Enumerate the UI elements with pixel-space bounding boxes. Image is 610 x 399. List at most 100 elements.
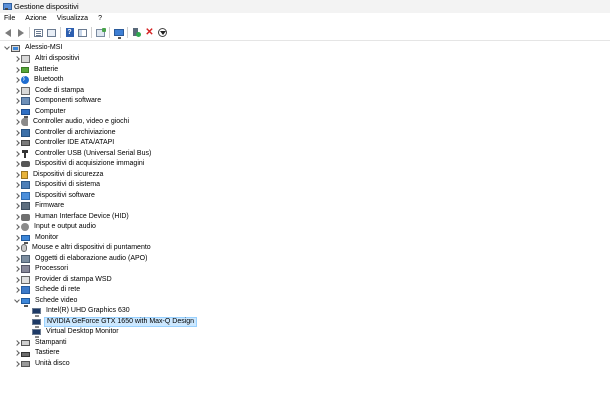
chevron-right-icon[interactable]: [13, 180, 21, 190]
tree-item-stampanti[interactable]: Stampanti: [13, 338, 69, 348]
security-device-icon: [21, 171, 28, 179]
tree-item-input-output-audio[interactable]: Input e output audio: [13, 222, 98, 232]
menu-visualizza[interactable]: Visualizza: [52, 13, 93, 25]
printer-icon: [21, 340, 30, 346]
keyboard-icon: [21, 351, 30, 357]
back-arrow-icon[interactable]: [2, 27, 13, 38]
chevron-right-icon[interactable]: [13, 212, 21, 222]
tree-item-dispositivi-sicurezza[interactable]: Dispositivi di sicurezza: [13, 170, 105, 180]
menu-file[interactable]: File: [0, 13, 20, 25]
tree-item-tastiere[interactable]: Tastiere: [13, 348, 62, 358]
tree-item-label: Firmware: [35, 202, 65, 209]
chevron-right-icon[interactable]: [13, 348, 21, 358]
chevron-right-icon[interactable]: [13, 243, 21, 253]
chevron-right-icon[interactable]: [13, 222, 21, 232]
tree-item-label: Controller di archiviazione: [35, 129, 116, 136]
chevron-down-icon[interactable]: [13, 296, 21, 306]
chevron-right-icon[interactable]: [13, 170, 21, 180]
audio-processing-icon: [21, 255, 30, 263]
tree-item-label: Intel(R) UHD Graphics 630: [46, 307, 130, 314]
help-icon[interactable]: ?: [64, 27, 75, 38]
chevron-right-icon[interactable]: [13, 86, 21, 96]
chevron-right-icon[interactable]: [13, 201, 21, 211]
chevron-right-icon[interactable]: [13, 96, 21, 106]
tree-item-provider-wsd[interactable]: Provider di stampa WSD: [13, 275, 114, 285]
unknown-device-icon: [21, 55, 30, 63]
chevron-right-icon[interactable]: [13, 264, 21, 274]
tree-item-hid[interactable]: Human Interface Device (HID): [13, 212, 131, 222]
chevron-right-icon[interactable]: [13, 285, 21, 295]
tree-item-label: Controller audio, video e giochi: [33, 118, 130, 125]
monitor-icon[interactable]: [113, 27, 124, 39]
chevron-down-icon[interactable]: [3, 43, 11, 53]
chevron-right-icon[interactable]: [13, 54, 21, 64]
chevron-right-icon[interactable]: [13, 117, 21, 127]
chevron-right-icon[interactable]: [13, 275, 21, 285]
forward-arrow-icon[interactable]: [15, 27, 26, 38]
tree-item-dispositivi-software[interactable]: Dispositivi software: [13, 191, 97, 201]
disk-drive-icon: [21, 361, 30, 367]
chevron-right-icon[interactable]: [13, 107, 21, 117]
tree-root[interactable]: Alessio-MSI: [3, 43, 64, 53]
tree-child-virtual-desktop-monitor[interactable]: Virtual Desktop Monitor: [32, 327, 121, 338]
tree-item-acquisizione-immagini[interactable]: Dispositivi di acquisizione immagini: [13, 159, 146, 169]
tree-item-label: Schede di rete: [35, 286, 81, 293]
tree-item-componenti-software[interactable]: Componenti software: [13, 96, 103, 106]
tree-item-schede-video[interactable]: Schede video: [13, 296, 79, 307]
tree-item-label: Dispositivi di sistema: [35, 181, 100, 188]
disable-device-icon[interactable]: [157, 27, 168, 38]
chevron-right-icon[interactable]: [13, 191, 21, 201]
chevron-right-icon[interactable]: [13, 75, 21, 85]
display-adapter-icon: [32, 307, 41, 317]
tree-item-monitor[interactable]: Monitor: [13, 233, 60, 244]
uninstall-icon[interactable]: ✕: [144, 27, 155, 38]
tree-child-intel-uhd[interactable]: Intel(R) UHD Graphics 630: [32, 306, 132, 317]
tree-item-controller-usb[interactable]: Controller USB (Universal Serial Bus): [13, 149, 153, 159]
tree-item-label: Tastiere: [35, 349, 60, 356]
tree-item-bluetooth[interactable]: Bluetooth: [13, 74, 66, 85]
properties-icon[interactable]: [33, 27, 44, 38]
chevron-right-icon[interactable]: [13, 338, 21, 348]
menu-azione[interactable]: Azione: [20, 13, 51, 25]
tree-item-processori[interactable]: Processori: [13, 264, 70, 274]
tree-item-label: Oggetti di elaborazione audio (APO): [35, 255, 148, 262]
toolbar-separator: [60, 27, 61, 38]
tree-item-mouse[interactable]: Mouse e altri dispositivi di puntamento: [13, 243, 153, 253]
tree-item-altri-dispositivi[interactable]: Altri dispositivi: [13, 54, 81, 64]
list-view-icon[interactable]: [46, 27, 57, 38]
chevron-right-icon[interactable]: [13, 65, 21, 75]
toolbar: ? ✕: [0, 25, 610, 41]
tree-item-firmware[interactable]: Firmware: [13, 201, 66, 211]
scan-hardware-icon[interactable]: [95, 27, 106, 38]
tree-item-schede-rete[interactable]: Schede di rete: [13, 285, 82, 295]
tree-item-code-di-stampa[interactable]: Code di stampa: [13, 86, 86, 96]
tree-item-label: Componenti software: [35, 97, 102, 104]
computer-icon: [21, 108, 30, 118]
chevron-right-icon[interactable]: [13, 128, 21, 138]
chevron-right-icon[interactable]: [13, 138, 21, 148]
tree-item-apo[interactable]: Oggetti di elaborazione audio (APO): [13, 254, 149, 264]
tree-item-batterie[interactable]: Batterie: [13, 65, 60, 75]
update-driver-icon[interactable]: [131, 27, 142, 38]
chevron-right-icon[interactable]: [13, 359, 21, 369]
display-adapter-icon: [32, 328, 41, 338]
chevron-right-icon[interactable]: [13, 149, 21, 159]
computer-icon: [11, 44, 20, 52]
panel-icon[interactable]: [77, 27, 88, 38]
tree-item-unita-disco[interactable]: Unità disco: [13, 359, 72, 369]
tree-item-dispositivi-sistema[interactable]: Dispositivi di sistema: [13, 180, 102, 190]
tree-item-label: Dispositivi di acquisizione immagini: [35, 160, 145, 167]
chevron-right-icon[interactable]: [13, 254, 21, 264]
system-device-icon: [21, 181, 30, 189]
tree-item-computer[interactable]: Computer: [13, 107, 68, 118]
tree-item-controller-archiviazione[interactable]: Controller di archiviazione: [13, 128, 118, 138]
tree-item-controller-ide[interactable]: Controller IDE ATA/ATAPI: [13, 138, 116, 148]
tree-item-label: Controller IDE ATA/ATAPI: [35, 139, 115, 146]
tree-child-nvidia-gtx[interactable]: NVIDIA GeForce GTX 1650 with Max-Q Desig…: [32, 317, 198, 328]
toolbar-separator: [127, 27, 128, 38]
tree-item-controller-audio[interactable]: Controller audio, video e giochi: [13, 117, 131, 127]
menu-help[interactable]: ?: [93, 13, 107, 25]
software-component-icon: [21, 97, 30, 105]
chevron-right-icon[interactable]: [13, 159, 21, 169]
chevron-right-icon[interactable]: [13, 233, 21, 243]
